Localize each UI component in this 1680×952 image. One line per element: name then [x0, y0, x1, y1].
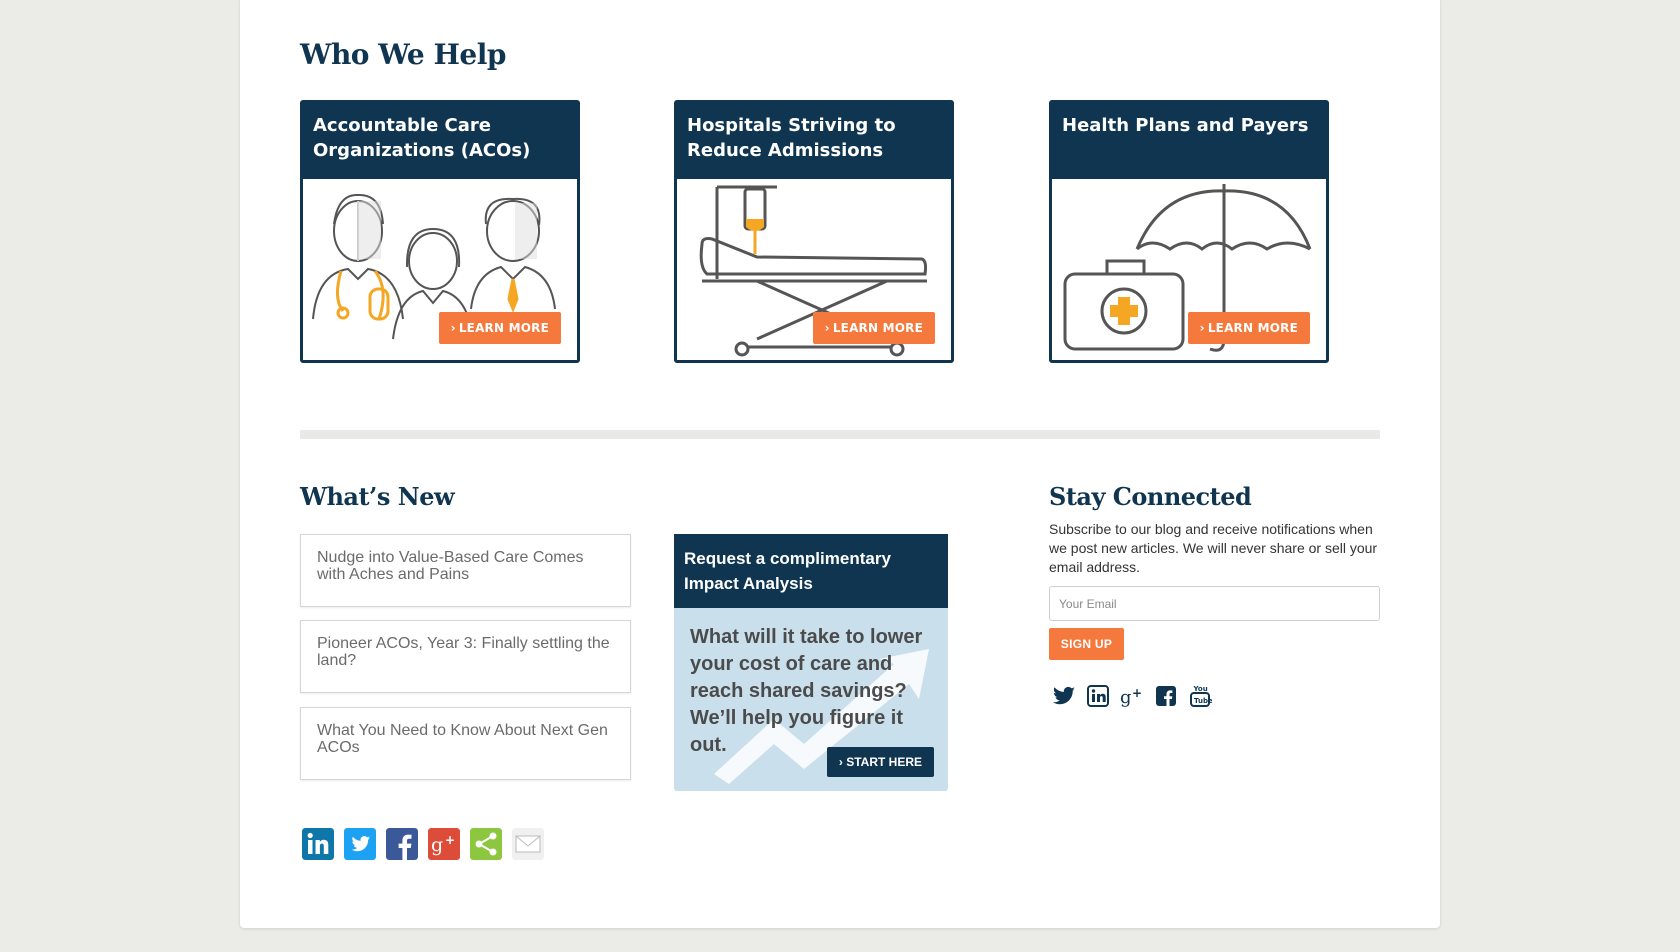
learn-more-button[interactable]: › LEARN MORE	[1187, 312, 1310, 344]
news-item[interactable]: Pioneer ACOs, Year 3: Finally settling t…	[300, 620, 631, 693]
learn-more-button[interactable]: › LEARN MORE	[812, 312, 935, 344]
section-divider	[300, 430, 1380, 439]
linkedin-icon[interactable]	[1086, 684, 1110, 708]
whats-new-heading: What’s New	[300, 482, 455, 511]
impact-analysis-promo: Request a complimentary Impact Analysis …	[674, 534, 948, 791]
svg-text:+: +	[1132, 686, 1142, 700]
learn-more-button[interactable]: › LEARN MORE	[438, 312, 561, 344]
promo-title: Request a complimentary Impact Analysis	[674, 534, 948, 608]
news-item[interactable]: What You Need to Know About Next Gen ACO…	[300, 707, 631, 780]
share-icon[interactable]	[470, 828, 502, 860]
svg-text:g: g	[431, 834, 443, 856]
card-title: Health Plans and Payers	[1052, 103, 1326, 179]
google-plus-icon[interactable]: g +	[1120, 684, 1144, 708]
card-title: Hospitals Striving to Reduce Admissions	[677, 103, 951, 179]
chevron-right-icon: ›	[450, 321, 456, 335]
google-plus-icon[interactable]: g +	[428, 828, 460, 860]
email-field[interactable]	[1049, 586, 1380, 621]
start-here-button[interactable]: › START HERE	[826, 747, 934, 777]
facebook-icon[interactable]	[386, 828, 418, 860]
twitter-icon[interactable]	[344, 828, 376, 860]
chevron-right-icon: ›	[1199, 321, 1205, 335]
youtube-icon[interactable]: You Tube	[1188, 684, 1212, 708]
card-hospitals[interactable]: Hospitals Striving to Reduce Admissions …	[674, 100, 954, 363]
svg-text:+: +	[445, 833, 455, 847]
social-links: g + You Tube	[1052, 684, 1212, 708]
content-panel: Who We Help Accountable Care Organizatio…	[240, 0, 1440, 928]
svg-text:You: You	[1193, 685, 1208, 693]
promo-body: What will it take to lower your cost of …	[690, 626, 923, 756]
share-buttons: g +	[302, 828, 544, 860]
svg-text:g: g	[1120, 687, 1132, 708]
card-acos[interactable]: Accountable Care Organizations (ACOs) › …	[300, 100, 580, 363]
email-icon[interactable]	[512, 828, 544, 860]
chevron-right-icon: ›	[824, 321, 830, 335]
svg-text:Tube: Tube	[1194, 697, 1212, 705]
news-item[interactable]: Nudge into Value-Based Care Comes with A…	[300, 534, 631, 607]
sign-up-button[interactable]: SIGN UP	[1049, 628, 1124, 660]
twitter-icon[interactable]	[1052, 684, 1076, 708]
card-health-plans[interactable]: Health Plans and Payers › LEARN MORE	[1049, 100, 1329, 363]
who-we-help-heading: Who We Help	[300, 38, 506, 71]
subscribe-description: Subscribe to our blog and receive notifi…	[1049, 521, 1378, 575]
linkedin-icon[interactable]	[302, 828, 334, 860]
facebook-icon[interactable]	[1154, 684, 1178, 708]
stay-connected-heading: Stay Connected	[1049, 482, 1252, 511]
card-title: Accountable Care Organizations (ACOs)	[303, 103, 577, 179]
